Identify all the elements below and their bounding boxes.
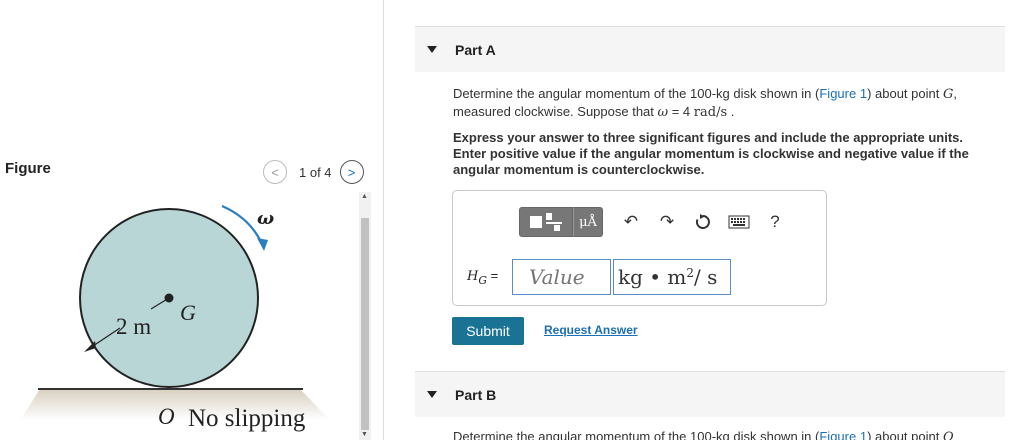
omega-label: ω <box>257 208 274 229</box>
part-b-question: Determine the angular momentum of the 10… <box>453 429 954 440</box>
scrollbar-thumb[interactable] <box>361 218 369 430</box>
point-symbol: G <box>942 87 954 102</box>
units-exponent: 2 <box>686 266 695 280</box>
question-text: Determine the angular momentum of the 10… <box>453 429 820 440</box>
units-button[interactable]: μÅ <box>573 207 603 237</box>
redo-button[interactable]: ↷ <box>649 207 685 237</box>
undo-icon: ↶ <box>623 212 639 231</box>
no-slipping-label: No slipping <box>188 405 306 432</box>
question-text: ) about point <box>867 86 943 101</box>
radius-label: 2 m <box>116 314 151 339</box>
figure-scrollbar[interactable]: ▲ ▼ <box>359 192 371 440</box>
figure-pager: < 1 of 4 > <box>263 160 364 184</box>
units-icon: μÅ <box>579 214 597 230</box>
disk-diagram: ω 2 m G O No slipping <box>20 204 330 432</box>
templates-icon <box>530 213 562 231</box>
answer-instructions: Express your answer to three significant… <box>453 130 969 177</box>
request-answer-link[interactable]: Request Answer <box>544 323 638 337</box>
submit-button[interactable]: Submit <box>452 317 524 345</box>
collapse-triangle-icon <box>427 46 437 53</box>
undo-button[interactable]: ↶ <box>613 207 649 237</box>
reset-icon <box>695 214 710 229</box>
part-b-header[interactable]: Part B <box>415 371 1005 417</box>
answer-symbol: H <box>467 269 479 284</box>
figure-panel: Figure < 1 of 4 > ω 2 m G O No slipping … <box>0 0 384 440</box>
part-a-question: Determine the angular momentum of the 10… <box>453 85 993 121</box>
answer-label: HG = <box>467 268 498 287</box>
math-toolbar: μÅ ↶ ↷ ? <box>519 207 793 237</box>
answer-equals: = <box>487 268 499 283</box>
question-text: = 4 <box>668 104 694 119</box>
radius-arrowhead <box>84 341 96 352</box>
chevron-right-icon: > <box>347 164 356 180</box>
figure-image: ω 2 m G O No slipping <box>0 188 372 440</box>
pager-text: 1 of 4 <box>299 164 332 180</box>
scroll-down-icon[interactable]: ▼ <box>361 431 368 438</box>
units-text: kg • m <box>618 265 687 289</box>
help-button[interactable]: ? <box>757 207 793 237</box>
keyboard-button[interactable] <box>721 207 757 237</box>
question-text: ) about point <box>867 429 943 440</box>
part-a-label: Part A <box>455 41 496 58</box>
figure-title: Figure <box>5 160 51 177</box>
part-b-label: Part B <box>455 386 497 403</box>
point-symbol: O <box>942 430 954 440</box>
keyboard-icon <box>728 215 750 229</box>
units-text: / s <box>694 265 718 289</box>
templates-button[interactable] <box>519 207 573 237</box>
omega-arrowhead <box>257 238 268 251</box>
question-text: . <box>727 104 735 119</box>
scroll-up-icon[interactable]: ▲ <box>361 193 368 200</box>
part-a-header[interactable]: Part A <box>415 26 1005 72</box>
omega-symbol: ω <box>657 105 669 120</box>
next-figure-button[interactable]: > <box>339 160 364 184</box>
figure-link[interactable]: Figure 1 <box>819 429 867 440</box>
figure-link[interactable]: Figure 1 <box>819 86 867 101</box>
value-input[interactable] <box>512 259 611 295</box>
answer-subscript: G <box>478 273 487 287</box>
contact-label: O <box>158 404 175 429</box>
question-text: Determine the angular momentum of the 10… <box>453 86 820 101</box>
help-icon: ? <box>770 212 780 231</box>
redo-icon: ↷ <box>659 212 675 231</box>
prev-figure-button[interactable]: < <box>263 160 287 184</box>
omega-unit: rad/s <box>693 105 728 120</box>
center-label: G <box>180 300 196 325</box>
collapse-triangle-icon <box>427 391 437 398</box>
center-point-g <box>164 293 174 303</box>
answer-box: μÅ ↶ ↷ ? HG = Value kg • m 2 / s <box>452 190 827 306</box>
reset-button[interactable] <box>685 207 721 237</box>
units-input[interactable]: kg • m2 / s <box>613 259 731 295</box>
chevron-left-icon: < <box>271 164 279 180</box>
